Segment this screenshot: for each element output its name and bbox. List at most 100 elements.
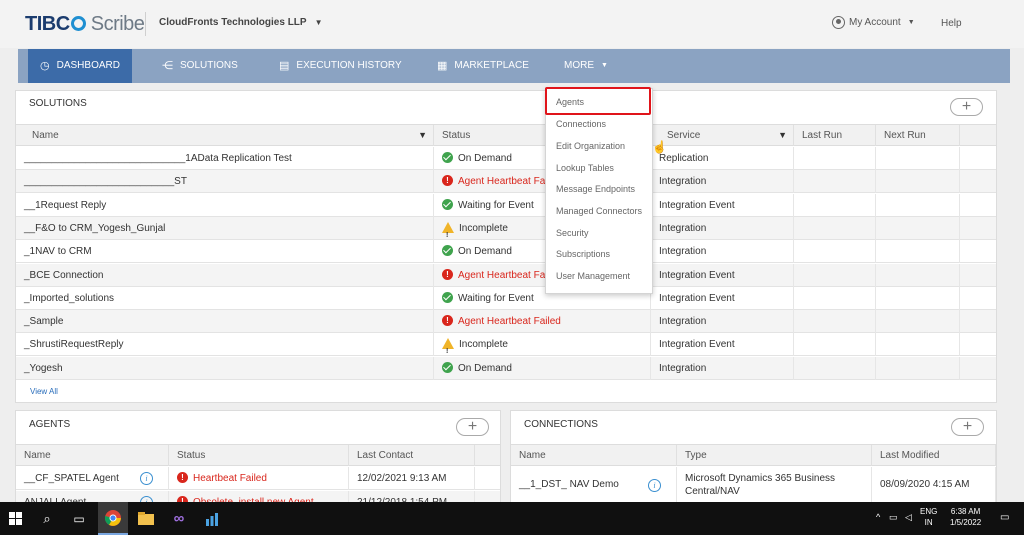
solution-status: On Demand [434, 356, 651, 380]
check-circle-icon [442, 245, 453, 257]
search-icon[interactable]: ⌕ [32, 502, 62, 535]
table-row[interactable]: _ShrustiRequestReplyIncompleteIntegratio… [16, 333, 996, 357]
table-row[interactable]: __CF_SPATEL Agent i Heartbeat Failed 12/… [16, 467, 500, 490]
table-row[interactable]: _Yogesh On Demand Integration [16, 356, 996, 380]
notifications-icon[interactable]: ▭ [1000, 512, 1009, 523]
help-link[interactable]: Help [941, 18, 962, 29]
add-solution-button[interactable]: + [950, 98, 983, 116]
table-row[interactable]: _SampleAgent Heartbeat FailedIntegration [16, 310, 996, 334]
table-row[interactable]: __F&O to CRM_Yogesh_GunjalIncompleteInte… [16, 216, 996, 240]
agent-status: Heartbeat Failed [169, 467, 349, 490]
solutions-icon: ⋲ [162, 60, 173, 72]
menu-item-subscriptions[interactable]: Subscriptions [556, 249, 610, 259]
solution-next-run [876, 147, 960, 170]
file-explorer-icon[interactable] [131, 502, 161, 535]
logo-o-icon [70, 16, 86, 31]
col-status[interactable]: Status [169, 445, 349, 466]
nav-label: DASHBOARD [56, 60, 120, 71]
my-account-menu[interactable]: My Account ▼ [832, 16, 915, 29]
menu-item-message-endpoints[interactable]: Message Endpoints [556, 184, 635, 194]
solution-next-run [876, 193, 960, 217]
filter-icon[interactable]: ▼ [778, 125, 787, 146]
connection-last-modified: 08/09/2020 4:15 AM [872, 467, 996, 503]
col-service[interactable]: Service ▼ [651, 125, 794, 146]
windows-start-icon[interactable] [0, 502, 30, 535]
solution-service: Integration [651, 240, 794, 264]
col-name[interactable]: Name [16, 445, 169, 466]
error-icon [442, 175, 453, 187]
agents-panel: AGENTS + Name Status Last Contact __CF_S… [15, 410, 501, 505]
caret-down-icon: ▼ [314, 18, 323, 27]
visual-studio-icon[interactable]: ∞ [164, 502, 194, 535]
col-next-run[interactable]: Next Run [876, 125, 960, 146]
marketplace-icon: ▦ [437, 60, 448, 72]
view-all-link[interactable]: View All [30, 387, 58, 396]
solution-next-run [876, 356, 960, 380]
table-row[interactable]: ___________________________STAgent Heart… [16, 170, 996, 194]
add-connection-button[interactable]: + [951, 418, 984, 436]
connection-type: Microsoft Dynamics 365 Business Central/N… [677, 467, 872, 503]
info-icon[interactable]: i [648, 479, 661, 492]
table-row[interactable]: _BCE ConnectionAgent Heartbeat FailedInt… [16, 263, 996, 287]
language-indicator[interactable]: ENG IN [920, 506, 937, 528]
connections-panel: CONNECTIONS + Name Type Last Modified __… [510, 410, 997, 505]
task-view-icon[interactable]: ▭ [64, 502, 94, 535]
col-name[interactable]: Name [511, 445, 677, 466]
power-bi-icon[interactable] [197, 502, 227, 535]
menu-item-user-management[interactable]: User Management [556, 271, 630, 281]
col-last-contact[interactable]: Last Contact [349, 445, 475, 466]
solution-name: _1NAV to CRM [16, 240, 434, 264]
chrome-icon[interactable] [98, 502, 128, 535]
nav-label: MARKETPLACE [454, 60, 529, 71]
col-name[interactable]: Name ▼ [16, 125, 434, 146]
solution-status: Agent Heartbeat Failed [434, 310, 651, 334]
col-last-modified[interactable]: Last Modified [872, 445, 996, 466]
col-type[interactable]: Type [677, 445, 872, 466]
info-icon[interactable]: i [140, 472, 153, 485]
add-agent-button[interactable]: + [456, 418, 489, 436]
volume-icon[interactable]: ◁ [905, 512, 912, 523]
table-row[interactable]: __1_DST_ NAV Demo i Microsoft Dynamics 36… [511, 467, 996, 503]
check-circle-icon [442, 152, 453, 163]
solution-name: _Sample [16, 310, 434, 334]
col-last-run[interactable]: Last Run [794, 125, 876, 146]
solution-service: Integration Event [651, 286, 794, 310]
solution-name: __F&O to CRM_Yogesh_Gunjal [16, 216, 434, 240]
org-selector[interactable]: CloudFronts Technologies LLP ▼ [159, 17, 323, 28]
nav-more[interactable]: MORE ▼ [558, 49, 614, 83]
menu-item-security[interactable]: Security [556, 228, 589, 238]
agents-title: AGENTS [29, 419, 71, 430]
menu-item-connections[interactable]: Connections [556, 119, 606, 129]
error-icon [177, 472, 188, 483]
menu-item-lookup-tables[interactable]: Lookup Tables [556, 163, 614, 173]
menu-item-edit-organization[interactable]: Edit Organization [556, 141, 625, 151]
error-icon [442, 268, 453, 280]
tray-chevron-icon[interactable]: ^ [876, 512, 880, 523]
history-icon: ▤ [279, 60, 290, 72]
nav-marketplace[interactable]: ▦ MARKETPLACE [431, 49, 535, 83]
solution-name: _BCE Connection [16, 263, 434, 287]
solution-last-run [794, 193, 876, 217]
nav-execution-history[interactable]: ▤ EXECUTION HISTORY [273, 49, 408, 83]
filter-icon[interactable]: ▼ [418, 125, 427, 146]
table-row[interactable]: _____________________________1AData Repl… [16, 147, 996, 170]
tibco-scribe-logo[interactable]: TIBC Scribe [25, 13, 145, 36]
table-row[interactable]: _1NAV to CRM On Demand Integration [16, 240, 996, 264]
nav-label: MORE [564, 60, 594, 71]
solution-next-run [876, 216, 960, 240]
solution-next-run [876, 333, 960, 357]
nav-solutions[interactable]: ⋲ SOLUTIONS [156, 49, 244, 83]
nav-dashboard[interactable]: ◷ DASHBOARD [28, 49, 132, 83]
solution-next-run [876, 263, 960, 287]
network-icon[interactable]: ▭ [889, 512, 898, 523]
menu-item-managed-connectors[interactable]: Managed Connectors [556, 206, 642, 216]
table-row[interactable]: _Imported_solutions Waiting for Event Inte… [16, 286, 996, 310]
solution-next-run [876, 240, 960, 264]
clock[interactable]: 6:38 AM 1/5/2022 [950, 506, 981, 528]
solution-name: ___________________________ST [16, 170, 434, 194]
solution-next-run [876, 310, 960, 334]
connections-title: CONNECTIONS [524, 419, 598, 430]
windows-taskbar: ⌕ ▭ ∞ ^ ▭ ◁ ENG IN 6:38 AM 1/5/2022 ▭ [0, 502, 1024, 535]
table-row[interactable]: __1Request Reply Waiting for Event Integra… [16, 193, 996, 217]
solution-service: Integration Event [651, 263, 794, 287]
